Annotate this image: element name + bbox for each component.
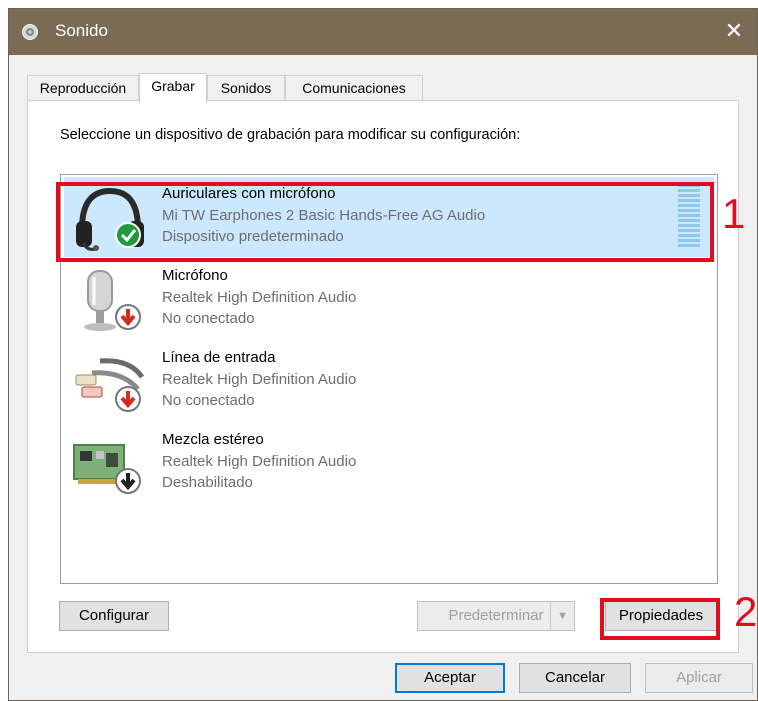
- recording-panel: Seleccione un dispositivo de grabación p…: [27, 100, 739, 653]
- device-driver: Realtek High Definition Audio: [162, 453, 357, 470]
- sound-card-icon: [73, 444, 141, 494]
- device-name: Auriculares con micrófono: [162, 185, 336, 202]
- unplugged-arrow-icon: [115, 386, 141, 412]
- tab-reproduccion[interactable]: Reproducción: [27, 75, 139, 101]
- device-driver: Realtek High Definition Audio: [162, 289, 357, 306]
- properties-button[interactable]: Propiedades: [605, 601, 717, 631]
- device-status: Dispositivo predeterminado: [162, 228, 344, 245]
- cancel-button[interactable]: Cancelar: [519, 663, 631, 693]
- ok-button[interactable]: Aceptar: [395, 663, 505, 693]
- apply-button[interactable]: Aplicar: [645, 663, 753, 693]
- close-icon: ✕: [724, 19, 744, 44]
- default-check-icon: [115, 222, 141, 248]
- tab-sonidos[interactable]: Sonidos: [207, 75, 285, 101]
- speaker-icon: [22, 24, 38, 40]
- annotation-number-1: 1: [722, 190, 746, 237]
- device-name: Micrófono: [162, 267, 228, 284]
- title-bar: Sonido ✕: [9, 9, 757, 55]
- device-list[interactable]: Auriculares con micrófono Mi TW Earphone…: [60, 174, 718, 584]
- disabled-arrow-icon: [115, 468, 141, 494]
- device-microphone[interactable]: Micrófono Realtek High Definition Audio …: [64, 259, 714, 339]
- set-default-label: Predeterminar: [448, 607, 544, 624]
- device-status: No conectado: [162, 392, 255, 409]
- device-stereo-mix[interactable]: Mezcla estéreo Realtek High Definition A…: [64, 423, 714, 503]
- device-headset[interactable]: Auriculares con micrófono Mi TW Earphone…: [64, 177, 714, 257]
- device-name: Mezcla estéreo: [162, 431, 264, 448]
- device-status: Deshabilitado: [162, 474, 253, 491]
- close-button[interactable]: ✕: [711, 9, 757, 55]
- device-line-in[interactable]: Línea de entrada Realtek High Definition…: [64, 341, 714, 421]
- device-name: Línea de entrada: [162, 349, 276, 366]
- configure-button[interactable]: Configurar: [59, 601, 169, 631]
- device-status: No conectado: [162, 310, 255, 327]
- input-level-meter: [678, 184, 700, 248]
- device-driver: Realtek High Definition Audio: [162, 371, 357, 388]
- line-in-cable-icon: [75, 358, 145, 412]
- device-driver: Mi TW Earphones 2 Basic Hands-Free AG Au…: [162, 207, 486, 224]
- window-title: Sonido: [55, 21, 108, 40]
- microphone-icon: [84, 270, 141, 331]
- unplugged-arrow-icon: [115, 304, 141, 330]
- annotation-number-2: 2: [734, 588, 758, 635]
- instruction-text: Seleccione un dispositivo de grabación p…: [60, 127, 521, 143]
- tab-comunicaciones[interactable]: Comunicaciones: [285, 75, 423, 101]
- chevron-down-icon: ▼: [550, 602, 568, 630]
- headset-icon: [76, 187, 144, 251]
- sound-dialog: Sonido ✕ Reproducción Grabar Sonidos Com…: [8, 8, 758, 701]
- tab-grabar[interactable]: Grabar: [139, 73, 207, 103]
- set-default-button[interactable]: Predeterminar ▼: [417, 601, 575, 631]
